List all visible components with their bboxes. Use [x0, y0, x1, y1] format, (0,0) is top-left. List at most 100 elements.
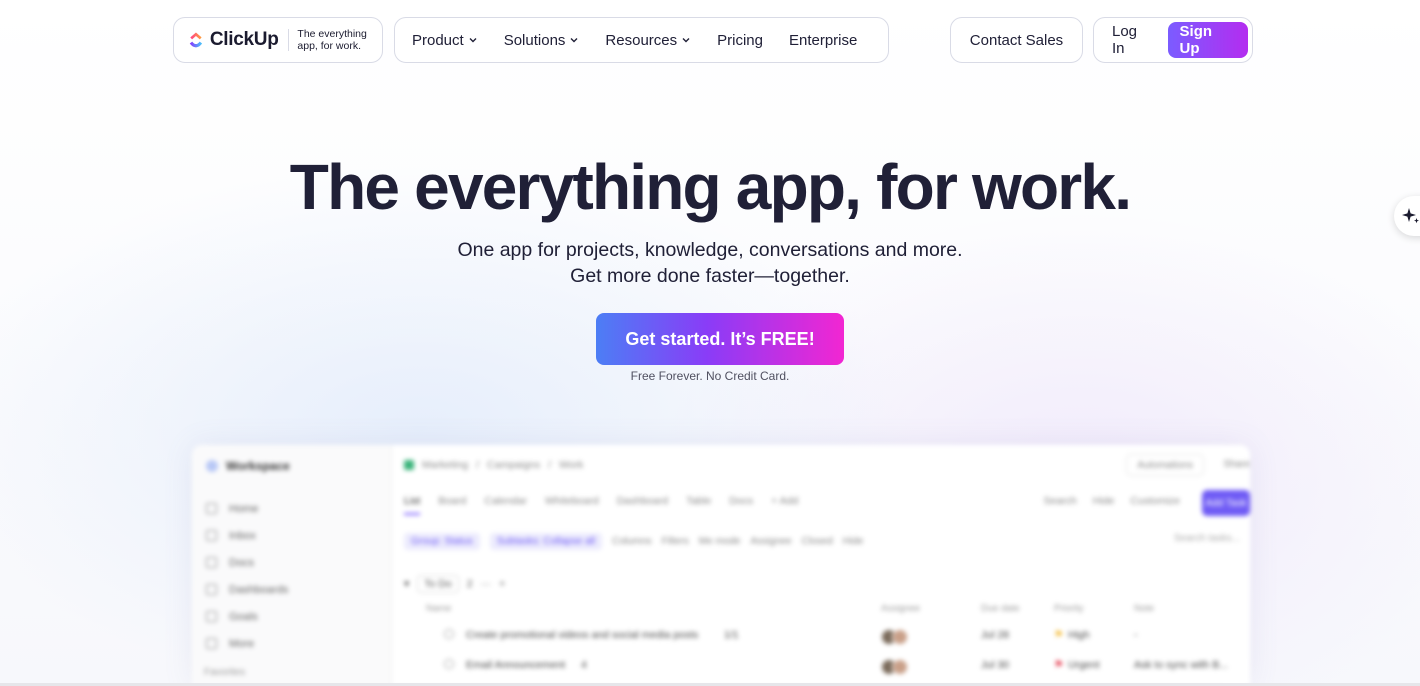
- preview-tab: + Add: [771, 495, 799, 507]
- brand-logo-link[interactable]: ClickUp The everything app, for work.: [173, 17, 383, 63]
- signup-button[interactable]: Sign Up: [1167, 22, 1248, 58]
- top-navigation: ClickUp The everything app, for work. Pr…: [0, 17, 1420, 63]
- preview-nav: Home Inbox Docs Dashboards Goals More: [206, 495, 288, 657]
- space-icon: [404, 460, 414, 470]
- flag-icon: ⚑: [1054, 659, 1064, 671]
- nav-label: More: [229, 637, 255, 650]
- contact-sales-button[interactable]: Contact Sales: [950, 17, 1083, 63]
- menu-label: Product: [412, 31, 464, 49]
- filter-item: Hide: [842, 536, 864, 547]
- task-note: Ask to sync with B...: [1134, 659, 1228, 671]
- brand-tagline: The everything app, for work.: [297, 28, 367, 52]
- preview-nav-item: Home: [206, 495, 288, 522]
- group-count: 2: [466, 578, 473, 590]
- task-meta: 4: [581, 659, 587, 671]
- preview-nav-item: Inbox: [206, 522, 288, 549]
- get-started-button[interactable]: Get started. It’s FREE!: [596, 313, 844, 365]
- menu-label: Enterprise: [788, 31, 858, 49]
- menu-label: Resources: [605, 31, 678, 49]
- menu-pricing[interactable]: Pricing: [704, 18, 776, 62]
- avatar: [892, 629, 908, 645]
- preview-tab: Table: [686, 495, 712, 507]
- preview-tool: Search: [1043, 495, 1077, 507]
- menu-label: Solutions: [503, 31, 566, 49]
- preview-tab: List: [404, 495, 421, 515]
- menu-resources[interactable]: Resources: [592, 18, 704, 62]
- clickup-logo-icon: [189, 32, 203, 48]
- nav-label: Inbox: [229, 529, 256, 542]
- workspace-name: Workspace: [226, 459, 290, 473]
- table-row: Create promotional videos and social med…: [426, 629, 1250, 649]
- column-header: Assignee: [881, 603, 921, 614]
- chevron-down-icon: [682, 38, 690, 43]
- crumb: Marketing: [422, 459, 469, 471]
- preview-workspace: Workspace: [206, 459, 290, 473]
- crumb: Campaigns: [487, 459, 541, 471]
- dashboard-icon: [206, 584, 217, 595]
- assignee-avatars: [881, 659, 908, 675]
- inbox-icon: [206, 530, 217, 541]
- avatar: [892, 659, 908, 675]
- priority-label: Urgent: [1068, 659, 1100, 671]
- sparkle-icon: [1402, 208, 1419, 224]
- filter-item: Me mode: [698, 536, 741, 547]
- preview-tabs: List Board Calendar Whiteboard Dashboard…: [404, 495, 798, 515]
- preview-tab: Whiteboard: [545, 495, 599, 507]
- due-date: Jul 30: [981, 659, 1010, 671]
- preview-nav-item: Docs: [206, 549, 288, 576]
- logo-divider: [287, 29, 289, 51]
- status-circle-icon: [444, 629, 454, 639]
- task-note: -: [1134, 629, 1138, 641]
- menu-label: Pricing: [717, 31, 763, 49]
- filter-chip: Group: Status: [404, 533, 480, 550]
- filter-item: Columns: [612, 536, 652, 547]
- filter-item: Closed: [801, 536, 833, 547]
- nav-label: Dashboards: [229, 583, 289, 596]
- table-row: Email Announcement 4 Jul 30 ⚑ Urgent Ask…: [426, 659, 1250, 679]
- preview-share: Share: [1223, 459, 1250, 470]
- preview-tab: Board: [438, 495, 467, 507]
- more-icon: [206, 638, 217, 649]
- preview-breadcrumb: Marketing / Campaigns / Work: [404, 459, 583, 471]
- workspace-icon: [206, 460, 218, 472]
- product-preview: Workspace Home Inbox Docs Dashboards Goa…: [192, 445, 1250, 686]
- hero-subtitle-line: Get more done faster—together.: [570, 265, 850, 287]
- status-circle-icon: [444, 659, 454, 669]
- docs-icon: [206, 557, 217, 568]
- preview-add-task: Add Task: [1202, 490, 1250, 516]
- preview-tool: Hide: [1092, 495, 1115, 507]
- task-meta: 1/1: [724, 629, 739, 641]
- main-menu: Product Solutions Resources Pricing Ente…: [394, 17, 889, 63]
- nav-label: Docs: [229, 556, 255, 569]
- task-name: Create promotional videos and social med…: [466, 629, 699, 641]
- preview-sidebar: Workspace Home Inbox Docs Dashboards Goa…: [192, 445, 392, 686]
- filter-item: Assignee: [750, 536, 792, 547]
- crumb: Work: [559, 459, 584, 471]
- flag-icon: ⚑: [1054, 629, 1064, 641]
- hero-subtitle: One app for projects, knowledge, convers…: [0, 237, 1420, 289]
- column-header: Priority: [1054, 603, 1084, 614]
- preview-search: Search tasks...: [1173, 533, 1240, 544]
- assignee-avatars: [881, 629, 908, 645]
- menu-solutions[interactable]: Solutions: [491, 18, 593, 62]
- group-label: To Do: [417, 575, 459, 593]
- login-button[interactable]: Log In: [1098, 23, 1168, 57]
- menu-product[interactable]: Product: [399, 18, 491, 62]
- home-icon: [206, 503, 217, 514]
- filter-item: Filters: [661, 536, 689, 547]
- nav-label: Home: [229, 502, 259, 515]
- chevron-down-icon: [469, 38, 477, 43]
- cta-note: Free Forever. No Credit Card.: [630, 369, 790, 383]
- column-header: Note: [1134, 603, 1155, 614]
- column-header: Due date: [981, 603, 1020, 614]
- preview-favorites: Favorites: [204, 667, 246, 678]
- column-header: Name: [426, 603, 452, 614]
- menu-enterprise[interactable]: Enterprise: [776, 18, 870, 62]
- task-name: Email Announcement: [466, 659, 566, 671]
- preview-tool: Customize: [1130, 495, 1180, 507]
- preview-nav-item: Dashboards: [206, 576, 288, 603]
- preview-tab: Dashboard: [616, 495, 669, 507]
- preview-automations: Automations: [1126, 454, 1204, 476]
- brand-name: ClickUp: [209, 29, 279, 50]
- nav-label: Goals: [229, 610, 258, 623]
